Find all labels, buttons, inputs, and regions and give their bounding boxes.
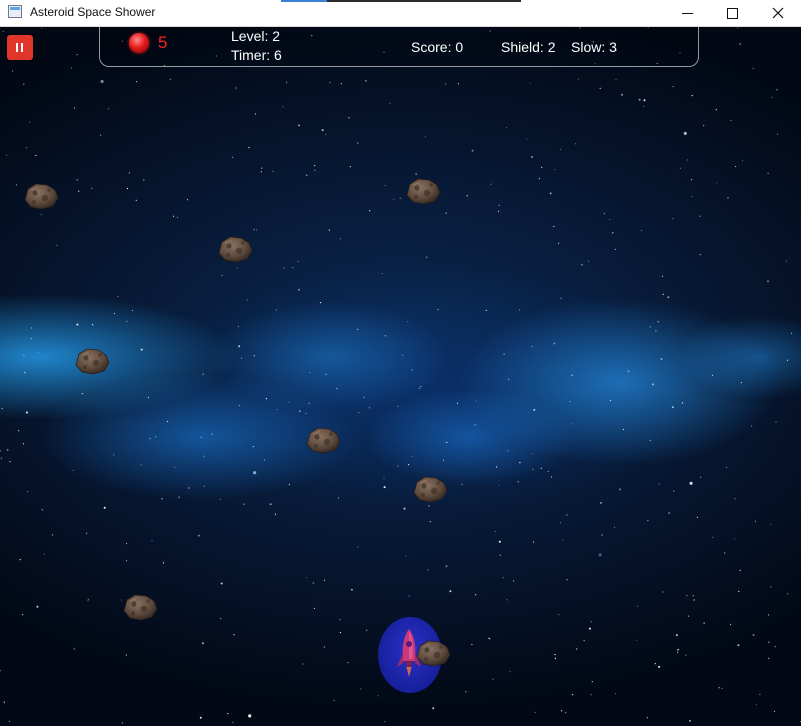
timer-label: Timer: 6 — [231, 47, 282, 63]
slow-label: Slow: 3 — [571, 39, 617, 55]
window-titlebar: Asteroid Space Shower — [0, 0, 801, 27]
titlebar-accent — [281, 0, 521, 2]
red-life-orb-icon — [129, 33, 149, 53]
minimize-button[interactable] — [664, 0, 710, 26]
asteroid-rock-icon — [216, 234, 254, 264]
pause-button[interactable] — [7, 35, 33, 60]
asteroid-rock-icon — [414, 638, 452, 668]
shield-label: Shield: 2 — [501, 39, 556, 55]
app-window-icon — [8, 5, 22, 18]
maximize-button[interactable] — [709, 0, 755, 26]
asteroid-rock-icon — [411, 474, 449, 504]
asteroid-rock-icon — [404, 176, 442, 206]
pause-icon — [16, 43, 24, 52]
asteroid-rock-icon — [73, 346, 111, 376]
window-title: Asteroid Space Shower — [30, 5, 156, 19]
asteroid-rock-icon — [121, 592, 159, 622]
game-canvas[interactable]: 5 Level: 2 Timer: 6 Score: 0 Shield: 2 S… — [0, 27, 801, 726]
close-button[interactable] — [755, 0, 801, 26]
lives-count: 5 — [158, 33, 168, 52]
close-icon — [772, 7, 784, 19]
minimize-icon — [681, 12, 693, 14]
hud-panel: 5 Level: 2 Timer: 6 Score: 0 Shield: 2 S… — [99, 27, 699, 67]
asteroid-rock-icon — [22, 181, 60, 211]
maximize-icon — [726, 7, 738, 19]
asteroid-rock-icon — [304, 425, 342, 455]
score-label: Score: 0 — [411, 39, 464, 55]
level-label: Level: 2 — [231, 28, 281, 44]
